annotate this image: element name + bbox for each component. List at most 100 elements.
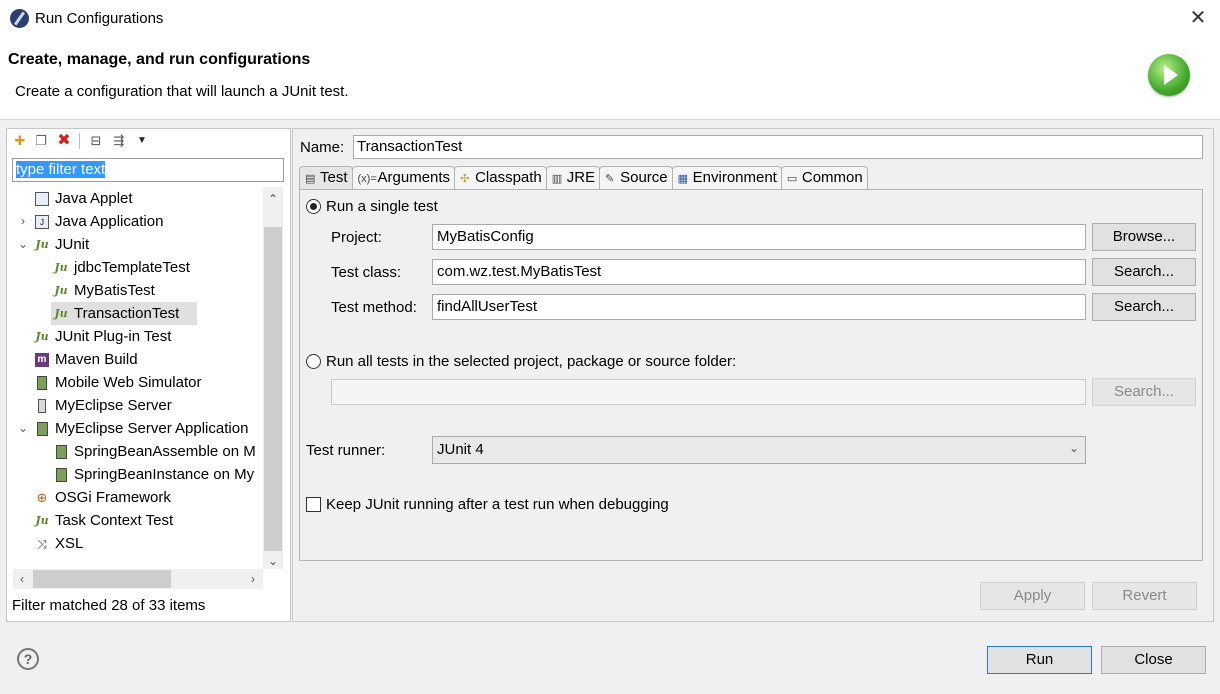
applet-icon — [35, 192, 49, 206]
chevron-down-icon[interactable]: ⌄ — [17, 417, 29, 440]
chevron-down-icon[interactable]: ▼ — [133, 132, 151, 150]
tree-item-task-context-test[interactable]: Ju Task Context Test — [7, 509, 263, 532]
single-test-radio[interactable] — [306, 199, 321, 214]
mobile-icon — [37, 376, 47, 390]
junit-icon: Ju — [54, 307, 68, 320]
filter-input[interactable]: type filter text — [12, 158, 284, 182]
jre-icon: ▥ — [551, 173, 563, 185]
test-runner-value: JUnit 4 — [437, 441, 484, 458]
task-context-icon: Ju — [35, 514, 49, 527]
tree-item-transactiontest[interactable]: Ju TransactionTest — [7, 302, 263, 325]
scroll-down-icon[interactable]: ⌄ — [265, 553, 281, 569]
scroll-right-icon[interactable]: › — [245, 571, 261, 587]
close-window-icon[interactable]: ✕ — [1186, 6, 1210, 30]
search-class-button[interactable]: Search... — [1092, 258, 1196, 286]
filter-placeholder-text: type filter text — [16, 161, 106, 178]
common-icon: ▭ — [786, 173, 798, 185]
server-app-icon — [56, 468, 67, 482]
tree-item-mybatistest[interactable]: Ju MyBatisTest — [7, 279, 263, 302]
tree-item-jdbctemplatetest[interactable]: Ju jdbcTemplateTest — [7, 256, 263, 279]
tab-source[interactable]: ✎ Source — [599, 166, 673, 190]
tree-item-label: TransactionTest — [74, 305, 180, 322]
horizontal-scroll-thumb[interactable] — [33, 570, 171, 588]
filter-config-icon[interactable]: ⇶ — [110, 132, 128, 150]
tree-item-junit[interactable]: ⌄ Ju JUnit — [7, 233, 263, 256]
test-method-field[interactable]: findAllUserTest — [432, 294, 1086, 320]
config-tabs: ▤ Test (x)=Arguments ✣ Classpath ▥ JRE ✎ Sou… — [299, 166, 868, 190]
chevron-right-icon[interactable]: › — [17, 210, 29, 233]
tab-test[interactable]: ▤ Test — [299, 166, 353, 190]
tab-jre[interactable]: ▥ JRE — [545, 166, 601, 190]
apply-button: Apply — [980, 582, 1085, 610]
browse-button[interactable]: Browse... — [1092, 223, 1196, 251]
revert-button: Revert — [1092, 582, 1197, 610]
tab-common[interactable]: ▭ Common — [780, 166, 868, 190]
tree-item-label: Java Applet — [55, 190, 133, 207]
junit-icon: Ju — [54, 284, 68, 297]
help-icon[interactable]: ? — [17, 648, 39, 670]
keep-running-label: Keep JUnit running after a test run when… — [326, 496, 669, 513]
tree-item-label: jdbcTemplateTest — [74, 259, 190, 276]
test-runner-label: Test runner: — [306, 442, 386, 459]
maven-icon: m — [35, 353, 49, 367]
name-field[interactable]: TransactionTest — [353, 135, 1203, 159]
configuration-editor-panel: Name: TransactionTest ▤ Test (x)=Argument… — [292, 128, 1214, 622]
tree-item-mobile-web-simulator[interactable]: Mobile Web Simulator — [7, 371, 263, 394]
java-app-icon: J — [35, 215, 49, 229]
tree-item-osgi-framework[interactable]: ⊕ OSGi Framework — [7, 486, 263, 509]
server-app-icon — [37, 422, 48, 436]
filter-status: Filter matched 28 of 33 items — [12, 597, 206, 614]
tab-label: Arguments — [377, 169, 451, 186]
collapse-all-icon[interactable]: ⊟ — [87, 132, 105, 150]
tree-item-java-application[interactable]: › J Java Application — [7, 210, 263, 233]
arguments-icon: (x)= — [357, 173, 377, 185]
project-label: Project: — [331, 229, 382, 246]
project-field[interactable]: MyBatisConfig — [432, 224, 1086, 250]
run-button[interactable]: Run — [987, 646, 1092, 674]
tree-item-springbeaninstance[interactable]: SpringBeanInstance on My — [7, 463, 263, 486]
all-tests-radio[interactable] — [306, 354, 321, 369]
close-button[interactable]: Close — [1101, 646, 1206, 674]
tree-item-java-applet[interactable]: Java Applet — [7, 187, 263, 210]
test-class-field[interactable]: com.wz.test.MyBatisTest — [432, 259, 1086, 285]
osgi-icon: ⊕ — [36, 490, 48, 505]
chevron-down-icon[interactable]: ⌄ — [17, 233, 29, 256]
tree-item-myeclipse-server[interactable]: MyEclipse Server — [7, 394, 263, 417]
tab-label: Source — [620, 169, 668, 186]
test-tab-icon: ▤ — [305, 173, 316, 185]
tree-item-springbeanassemble[interactable]: SpringBeanAssemble on M — [7, 440, 263, 463]
tree-item-label: Task Context Test — [55, 512, 174, 529]
toolbar-divider — [79, 133, 80, 149]
tree-item-xsl[interactable]: ⤨ XSL — [7, 532, 263, 555]
tab-environment[interactable]: ▦ Environment — [671, 166, 782, 190]
server-app-icon — [56, 445, 67, 459]
scroll-left-icon[interactable]: ‹ — [14, 571, 30, 587]
tab-label: Test — [320, 169, 348, 186]
tree-item-label: JUnit Plug-in Test — [55, 328, 172, 345]
environment-icon: ▦ — [677, 173, 689, 185]
keep-running-checkbox[interactable] — [306, 497, 321, 512]
test-runner-select[interactable]: JUnit 4 ⌄ — [432, 436, 1086, 464]
duplicate-config-icon[interactable]: ❐ — [32, 132, 50, 150]
tree-item-junit-plugin-test[interactable]: Ju JUnit Plug-in Test — [7, 325, 263, 348]
tab-label: Environment — [692, 169, 777, 186]
tree-item-label: Java Application — [55, 213, 164, 230]
search-method-button[interactable]: Search... — [1092, 293, 1196, 321]
classpath-icon: ✣ — [460, 173, 470, 185]
tab-arguments[interactable]: (x)=Arguments — [351, 166, 456, 190]
tree-item-myeclipse-server-application[interactable]: ⌄ MyEclipse Server Application — [7, 417, 263, 440]
tree-item-maven-build[interactable]: m Maven Build — [7, 348, 263, 371]
tree-item-label: Maven Build — [55, 351, 138, 368]
tab-classpath[interactable]: ✣ Classpath — [454, 166, 547, 190]
delete-config-icon[interactable]: ✖ — [55, 132, 73, 150]
test-class-label: Test class: — [331, 264, 402, 281]
vertical-scroll-thumb[interactable] — [264, 227, 282, 551]
new-config-icon[interactable]: ✚ — [11, 132, 29, 150]
junit-plugin-icon: Ju — [35, 330, 49, 343]
server-icon — [38, 399, 46, 413]
name-label: Name: — [300, 139, 345, 156]
scroll-up-icon[interactable]: ⌃ — [265, 191, 281, 207]
title-bar: Run Configurations ✕ — [0, 0, 1220, 38]
banner-subtitle: Create a configuration that will launch … — [15, 83, 349, 100]
test-method-label: Test method: — [331, 299, 417, 316]
